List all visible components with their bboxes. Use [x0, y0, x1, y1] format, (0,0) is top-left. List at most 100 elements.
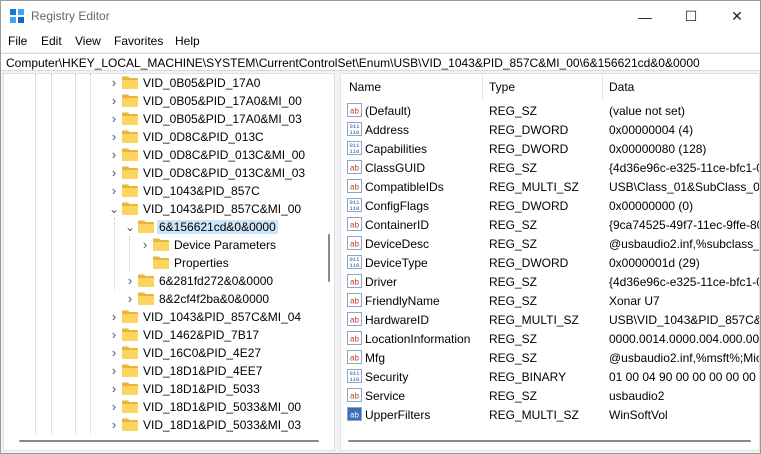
chevron-right-icon[interactable]: › — [140, 236, 150, 254]
value-row[interactable]: 011 110 Address REG_DWORD 0x00000004 (4) — [341, 120, 759, 139]
string-value-icon: ab — [347, 293, 362, 307]
chevron-right-icon[interactable]: › — [109, 416, 119, 434]
chevron-right-icon[interactable]: › — [109, 380, 119, 398]
menu-file[interactable]: File — [8, 34, 27, 48]
value-row[interactable]: ab DeviceDesc REG_SZ @usbaudio2.inf,%subcla… — [341, 234, 759, 253]
tree-node-label: VID_18D1&PID_5033 — [143, 382, 260, 396]
value-name: FriendlyName — [365, 294, 440, 308]
string-value-icon: ab — [347, 350, 362, 364]
address-bar[interactable]: Computer\HKEY_LOCAL_MACHINE\SYSTEM\Curre… — [1, 53, 760, 71]
list-horizontal-scrollbar[interactable] — [348, 440, 751, 442]
tree-node[interactable]: › VID_0D8C&PID_013C&MI_03 — [4, 164, 324, 182]
tree-node[interactable]: › Device Parameters — [4, 236, 324, 254]
address-path[interactable]: Computer\HKEY_LOCAL_MACHINE\SYSTEM\Curre… — [6, 56, 700, 70]
column-header-name[interactable]: Name — [349, 80, 381, 94]
tree-node[interactable]: › VID_16C0&PID_4E27 — [4, 344, 324, 362]
tree-node[interactable]: › VID_0D8C&PID_013C&MI_00 — [4, 146, 324, 164]
folder-icon — [122, 310, 138, 323]
tree-node[interactable]: › VID_18D1&PID_4EE7 — [4, 362, 324, 380]
folder-icon — [138, 292, 154, 305]
chevron-down-icon[interactable]: ⌄ — [109, 200, 119, 218]
menu-favorites[interactable]: Favorites — [114, 34, 163, 48]
tree-vertical-scrollbar[interactable] — [327, 74, 334, 450]
tree-node[interactable]: › VID_0D8C&PID_013C — [4, 128, 324, 146]
value-row[interactable]: ab (Default) REG_SZ (value not set) — [341, 101, 759, 120]
chevron-right-icon[interactable]: › — [109, 92, 119, 110]
column-header-data[interactable]: Data — [609, 80, 634, 94]
tree-node[interactable]: ⌄ 6&156621cd&0&0000 — [4, 218, 324, 236]
tree-node-label: VID_18D1&PID_5033&MI_00 — [143, 400, 302, 414]
chevron-right-icon[interactable]: › — [109, 128, 119, 146]
value-type: REG_MULTI_SZ — [489, 408, 579, 422]
tree-node[interactable]: ⌄ VID_1043&PID_857C&MI_00 — [4, 200, 324, 218]
tree-node[interactable]: › VID_18D1&PID_5033&MI_03 — [4, 416, 324, 434]
key-tree-pane[interactable]: › VID_0B05&PID_17A0 › VID_0B05&PID_17A0&MI_… — [3, 73, 335, 451]
tree-node[interactable]: › 8&2cf4f2ba&0&0000 — [4, 290, 324, 308]
tree-node[interactable]: › VID_0B05&PID_17A0&MI_03 — [4, 110, 324, 128]
tree-node-label: Device Parameters — [174, 238, 277, 252]
chevron-right-icon[interactable]: › — [109, 74, 119, 92]
tree-node[interactable]: › VID_18D1&PID_5033 — [4, 380, 324, 398]
svg-text:ab: ab — [350, 316, 359, 325]
value-row[interactable]: ab HardwareID REG_MULTI_SZ USB\VID_1043&PID… — [341, 310, 759, 329]
value-row[interactable]: ab ClassGUID REG_SZ {4d36e96c-e325-11ce-bfc… — [341, 158, 759, 177]
column-header-type[interactable]: Type — [489, 80, 515, 94]
value-row[interactable]: 011 110 Capabilities REG_DWORD 0x00000080 (1… — [341, 139, 759, 158]
value-row[interactable]: ab LocationInformation REG_SZ 0000.0014.000… — [341, 329, 759, 348]
tree-node[interactable]: › VID_0B05&PID_17A0&MI_00 — [4, 92, 324, 110]
close-button[interactable]: ✕ — [714, 1, 760, 32]
value-type: REG_SZ — [489, 389, 538, 403]
tree-node[interactable]: › VID_18D1&PID_5033&MI_00 — [4, 398, 324, 416]
menu-edit[interactable]: Edit — [41, 34, 62, 48]
folder-icon — [153, 238, 169, 251]
value-row[interactable]: ab ContainerID REG_SZ {9ca74525-49f7-11ec-9… — [341, 215, 759, 234]
chevron-right-icon[interactable]: › — [109, 182, 119, 200]
chevron-right-icon[interactable]: › — [109, 398, 119, 416]
folder-icon — [122, 418, 138, 431]
value-row[interactable]: 011 110 Security REG_BINARY 01 00 04 90 00 0… — [341, 367, 760, 386]
tree-node-label: VID_16C0&PID_4E27 — [143, 346, 262, 360]
chevron-right-icon[interactable]: › — [109, 146, 119, 164]
tree-node-label: VID_0B05&PID_17A0&MI_03 — [143, 112, 302, 126]
chevron-right-icon[interactable]: › — [109, 326, 119, 344]
value-row[interactable]: ab Driver REG_SZ {4d36e96c-e325-11ce-bfc1-0 — [341, 272, 759, 291]
value-row[interactable]: 011 110 DeviceType REG_DWORD 0x0000001d (29) — [341, 253, 759, 272]
tree-horizontal-scrollbar[interactable] — [19, 440, 319, 442]
column-separator[interactable] — [482, 74, 483, 100]
tree-scrollbar-thumb[interactable] — [328, 234, 330, 282]
chevron-right-icon[interactable]: › — [109, 110, 119, 128]
pane-splitter[interactable] — [336, 73, 339, 451]
value-row[interactable]: ab UpperFilters REG_MULTI_SZ WinSoftVol — [341, 405, 759, 424]
chevron-right-icon[interactable]: › — [109, 344, 119, 362]
tree-node[interactable]: › VID_1043&PID_857C — [4, 182, 324, 200]
value-type: REG_SZ — [489, 275, 538, 289]
tree-node[interactable]: › VID_0B05&PID_17A0 — [4, 74, 324, 92]
value-row[interactable]: 011 110 ConfigFlags REG_DWORD 0x00000000 (0) — [341, 196, 759, 215]
tree-node[interactable]: › VID_1043&PID_857C&MI_04 — [4, 308, 324, 326]
value-data: 01 00 04 90 00 00 00 00 00 00 — [609, 370, 760, 384]
tree-node-label: VID_0D8C&PID_013C&MI_00 — [143, 148, 306, 162]
value-row[interactable]: ab CompatibleIDs REG_MULTI_SZ USB\Class_01&… — [341, 177, 759, 196]
values-list-pane[interactable]: Name Type Data ab (Default) REG_SZ (value n… — [340, 73, 760, 451]
menu-view[interactable]: View — [75, 34, 101, 48]
maximize-button[interactable]: ☐ — [668, 1, 714, 32]
tree-node-label: VID_18D1&PID_5033&MI_03 — [143, 418, 302, 432]
column-separator[interactable] — [602, 74, 603, 100]
chevron-right-icon[interactable]: › — [109, 308, 119, 326]
chevron-right-icon[interactable]: › — [125, 290, 135, 308]
tree-node-label: 8&2cf4f2ba&0&0000 — [159, 292, 270, 306]
menu-help[interactable]: Help — [175, 34, 200, 48]
chevron-down-icon[interactable]: ⌄ — [125, 218, 135, 236]
value-row[interactable]: ab Mfg REG_SZ @usbaudio2.inf,%msft%;Mic — [341, 348, 759, 367]
tree-node[interactable]: Properties — [4, 254, 324, 272]
value-name: Driver — [365, 275, 397, 289]
value-row[interactable]: ab FriendlyName REG_SZ Xonar U7 — [341, 291, 759, 310]
value-row[interactable]: ab Service REG_SZ usbaudio2 — [341, 386, 759, 405]
tree-node[interactable]: › VID_1462&PID_7B17 — [4, 326, 324, 344]
tree-node[interactable]: › 6&281fd272&0&0000 — [4, 272, 324, 290]
title-bar[interactable]: Registry Editor — ☐ ✕ — [1, 1, 760, 32]
minimize-button[interactable]: — — [622, 1, 668, 32]
chevron-right-icon[interactable]: › — [109, 164, 119, 182]
chevron-right-icon[interactable]: › — [125, 272, 135, 290]
chevron-right-icon[interactable]: › — [109, 362, 119, 380]
